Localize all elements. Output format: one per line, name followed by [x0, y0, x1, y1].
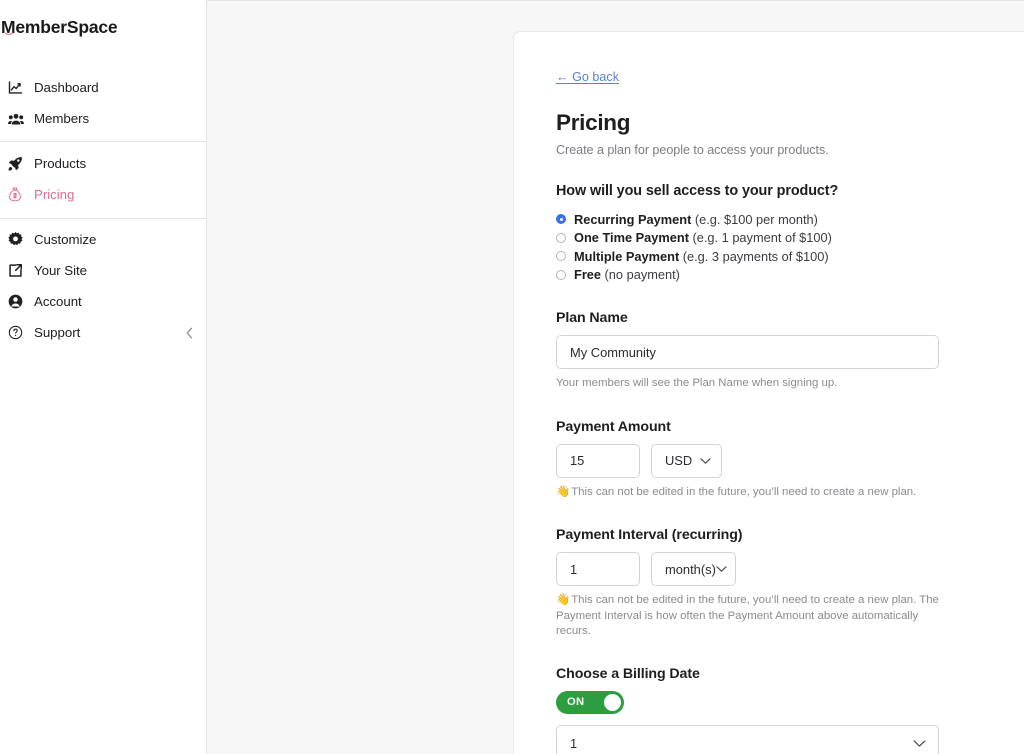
rocket-icon: [8, 156, 30, 172]
brand-logo-text: MemberSpace: [1, 16, 118, 37]
billing-date-toggle-state: ON: [567, 696, 585, 708]
pricing-panel: ← Go back Pricing Create a plan for peop…: [513, 31, 1024, 754]
payment-amount-row: 15 USD: [556, 443, 1024, 478]
billing-date-toggle[interactable]: ON: [556, 690, 624, 714]
billing-date-block: Choose a Billing Date ON 1 This is optio…: [556, 666, 1024, 754]
plan-name-input[interactable]: My Community: [556, 335, 939, 369]
external-link-icon: [8, 263, 30, 279]
plan-name-value: My Community: [570, 344, 656, 360]
sidebar: MemberSpace Dashboard Members Products P…: [0, 0, 207, 754]
radio-label: Free: [574, 267, 602, 283]
payment-amount-label: Payment Amount: [556, 418, 671, 435]
gear-icon: [8, 232, 30, 248]
payment-amount-help-text: This can not be edited in the future, yo…: [571, 485, 917, 498]
currency-select[interactable]: USD: [651, 443, 722, 478]
sidebar-item-label: Account: [34, 294, 82, 309]
plan-name-label: Plan Name: [556, 310, 628, 326]
payment-amount-value: 15: [570, 453, 585, 468]
interval-unit-select[interactable]: month(s): [651, 552, 736, 586]
chevron-down-icon: [700, 457, 711, 465]
payment-interval-help-text: This can not be edited in the future, yo…: [556, 594, 939, 637]
sidebar-item-support[interactable]: Support: [0, 317, 207, 348]
users-icon: [8, 111, 30, 127]
billing-date-label: Choose a Billing Date: [556, 665, 700, 682]
sidebar-divider: [0, 218, 207, 219]
sidebar-item-label: Dashboard: [34, 80, 99, 95]
radio-label: One Time Payment: [574, 230, 689, 246]
radio-option-multiple-payment[interactable]: Multiple Payment (e.g. 3 payments of $10…: [556, 247, 1024, 266]
sidebar-item-pricing[interactable]: Pricing: [0, 179, 207, 210]
sidebar-item-your-site[interactable]: Your Site: [0, 255, 207, 286]
radio-indicator: [556, 232, 566, 243]
money-bag-icon: [8, 187, 30, 203]
radio-label: Multiple Payment: [574, 248, 680, 264]
sidebar-item-label: Your Site: [34, 263, 88, 278]
payment-amount-help: 👋This can not be edited in the future, y…: [556, 485, 939, 501]
sidebar-group-catalog: Products Pricing: [0, 148, 207, 210]
chevron-down-icon: [913, 739, 926, 748]
payment-interval-help: 👋This can not be edited in the future, y…: [556, 593, 939, 640]
go-back-link[interactable]: ← Go back: [556, 70, 619, 84]
currency-value: USD: [665, 453, 693, 468]
radio-indicator: [556, 214, 566, 225]
radio-hint: (e.g. 1 payment of $100): [692, 230, 832, 246]
radio-hint: (e.g. $100 per month): [694, 211, 818, 227]
sidebar-item-members[interactable]: Members: [0, 103, 207, 134]
plan-name-block: Plan Name My Community Your members will…: [556, 310, 1024, 392]
sidebar-group-settings: Customize Your Site Account Support: [0, 224, 207, 348]
radio-option-free[interactable]: Free (no payment): [556, 266, 1024, 285]
interval-unit-value: month(s): [665, 561, 716, 577]
payment-interval-value: 1: [570, 561, 578, 577]
payment-type-radio-group: Recurring Payment (e.g. $100 per month) …: [556, 210, 1024, 284]
sidebar-group-main: Dashboard Members: [0, 72, 207, 134]
app-root: MemberSpace Dashboard Members Products P…: [0, 0, 1024, 754]
payment-interval-row: 1 month(s): [556, 552, 1024, 586]
payment-amount-block: Payment Amount 15 USD 👋This can not be e…: [556, 419, 1024, 501]
radio-option-recurring-payment[interactable]: Recurring Payment (e.g. $100 per month): [556, 210, 1024, 229]
sidebar-item-account[interactable]: Account: [0, 286, 207, 317]
canvas-top-divider: [207, 0, 1024, 1]
waving-hand-icon: 👋: [556, 594, 571, 606]
sidebar-item-label: Customize: [34, 232, 97, 247]
sell-access-question: How will you sell access to your product…: [556, 183, 839, 199]
sidebar-item-customize[interactable]: Customize: [0, 224, 207, 255]
payment-interval-label: Payment Interval (recurring): [556, 527, 743, 543]
radio-option-one-time-payment[interactable]: One Time Payment (e.g. 1 payment of $100…: [556, 229, 1024, 248]
billing-day-value: 1: [570, 735, 578, 751]
question-circle-icon: [8, 325, 30, 341]
plan-name-help: Your members will see the Plan Name when…: [556, 377, 838, 389]
sidebar-item-label: Support: [34, 325, 81, 340]
sidebar-item-label: Products: [34, 156, 87, 171]
brand-logo[interactable]: MemberSpace: [0, 14, 207, 40]
billing-day-select[interactable]: 1: [556, 724, 939, 754]
payment-amount-input[interactable]: 15: [556, 443, 640, 478]
sidebar-item-products[interactable]: Products: [0, 148, 207, 179]
radio-hint: (e.g. 3 payments of $100): [682, 248, 829, 264]
chart-line-icon: [8, 80, 30, 96]
payment-interval-input[interactable]: 1: [556, 552, 640, 586]
radio-label: Recurring Payment: [574, 211, 692, 227]
radio-indicator: [556, 269, 566, 280]
radio-indicator: [556, 251, 566, 262]
user-circle-icon: [8, 294, 30, 310]
sidebar-divider: [0, 141, 207, 142]
payment-interval-block: Payment Interval (recurring) 1 month(s): [556, 527, 1024, 640]
chevron-left-icon[interactable]: [185, 327, 194, 339]
sidebar-item-label: Members: [34, 111, 90, 126]
sidebar-item-label: Pricing: [34, 187, 75, 202]
waving-hand-icon: 👋: [556, 485, 571, 498]
radio-hint: (no payment): [604, 267, 680, 283]
chevron-down-icon: [716, 565, 727, 573]
page-title: Pricing: [556, 110, 631, 135]
page-subtitle: Create a plan for people to access your …: [556, 143, 829, 157]
toggle-knob: [604, 693, 621, 711]
sidebar-item-dashboard[interactable]: Dashboard: [0, 72, 207, 103]
